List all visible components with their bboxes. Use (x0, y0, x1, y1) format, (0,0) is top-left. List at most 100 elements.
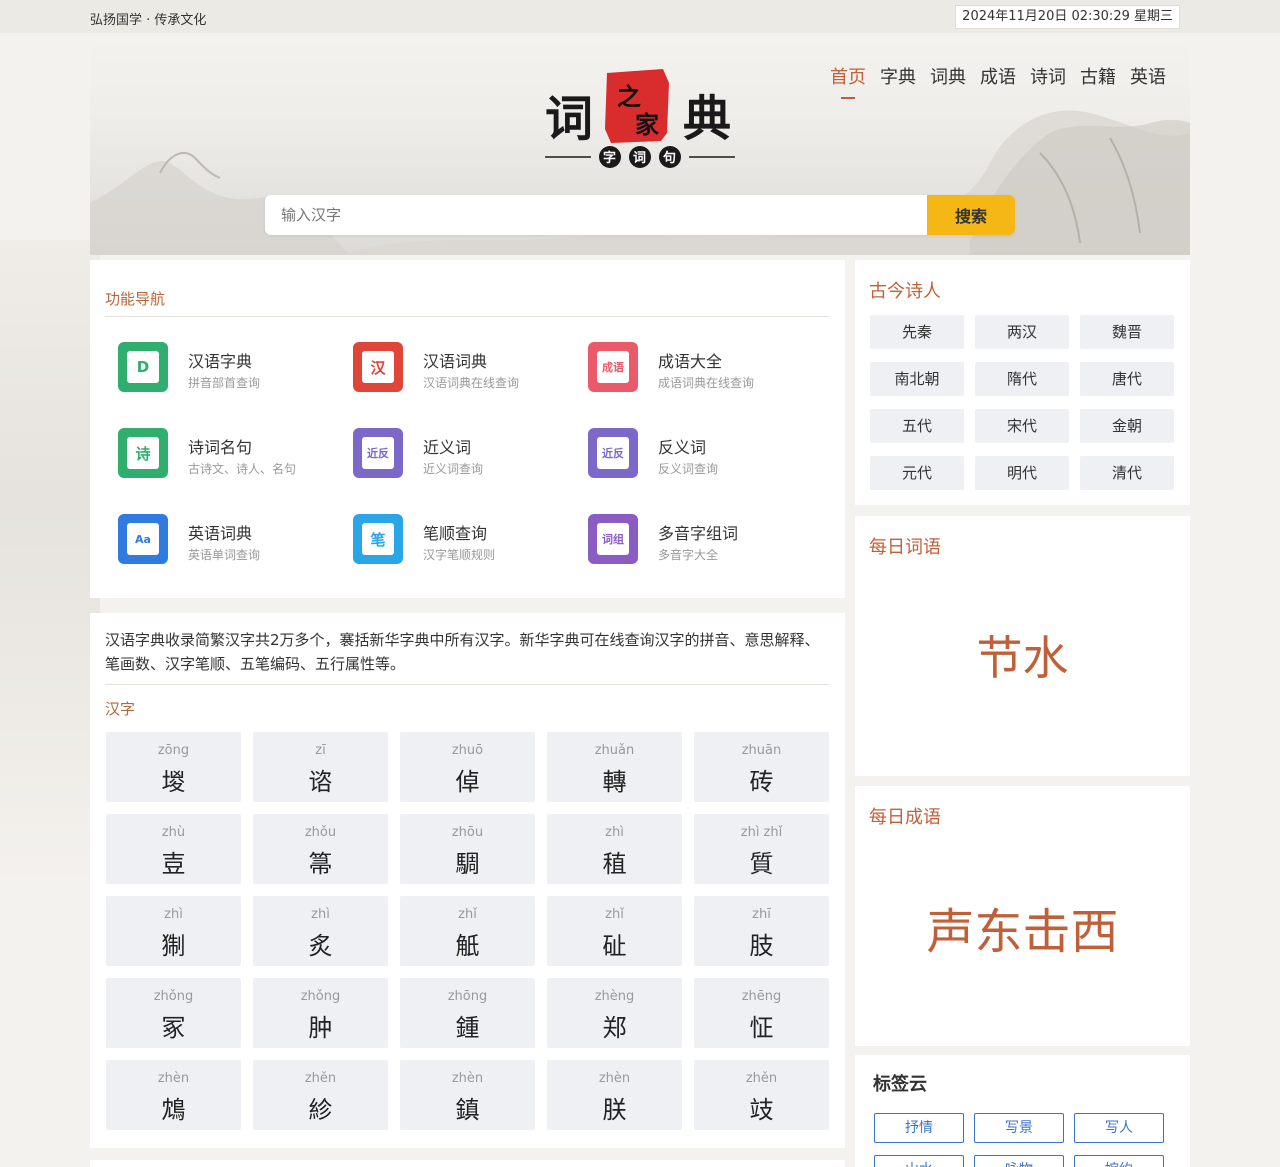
function-icon-glyph: Aa (127, 523, 159, 555)
poet-era-button[interactable]: 隋代 (975, 362, 1069, 396)
hanzi-char: 紾 (308, 1096, 333, 1124)
hanzi-cell[interactable]: zhì zhǐ 質 (694, 814, 829, 884)
function-desc: 古诗文、诗人、名句 (188, 462, 297, 476)
function-icon: 笔 (353, 514, 403, 564)
function-desc: 多音字大全 (658, 548, 719, 562)
function-item[interactable]: 词组 多音字组词多音字大全 (588, 514, 808, 566)
hanzi-pinyin: zhǐ (605, 907, 624, 922)
poet-era-button[interactable]: 两汉 (975, 315, 1069, 349)
function-name: 多音字组词 (658, 524, 739, 543)
datetime-display: 2024年11月20日 02:30:29 星期三 (955, 5, 1180, 29)
logo-seal-top: 之 (617, 82, 641, 111)
hanzi-cell[interactable]: zhuān 砖 (694, 732, 829, 802)
hanzi-cell[interactable]: zhōu 騆 (400, 814, 535, 884)
search-button[interactable]: 搜索 (927, 195, 1015, 235)
poet-era-button[interactable]: 宋代 (975, 409, 1069, 443)
hanzi-pinyin: zhǒng (300, 989, 341, 1004)
nav-chengyu[interactable]: 成语 (980, 63, 1016, 95)
tag-button[interactable]: 婉约 (1074, 1155, 1164, 1167)
hanzi-cell[interactable]: zhèn 朕 (547, 1060, 682, 1130)
function-icon-glyph: D (127, 351, 159, 383)
hanzi-char: 觗 (455, 932, 480, 960)
function-icon-glyph: 词组 (597, 523, 629, 555)
nav-zidian[interactable]: 字典 (880, 63, 916, 95)
top-bar: 弘扬国学 · 传承文化 2024年11月20日 02:30:29 星期三 (0, 0, 1280, 33)
hanzi-pinyin: zhì (311, 907, 330, 922)
function-name: 诗词名句 (188, 438, 253, 457)
hanzi-pinyin: zhèn (598, 1071, 631, 1086)
tag-button[interactable]: 咏物 (974, 1155, 1064, 1167)
hanzi-char: 堫 (161, 768, 186, 796)
hanzi-cell[interactable]: zhuō 倬 (400, 732, 535, 802)
poets-card: 古今诗人 先秦 两汉 魏晋 南北朝 隋代 唐代 五代 宋代 金朝 元代 明代 清代 (855, 260, 1190, 505)
hanzi-cell[interactable]: zhǒu 箒 (253, 814, 388, 884)
tag-button[interactable]: 山水 (874, 1155, 964, 1167)
nav-guji[interactable]: 古籍 (1080, 63, 1116, 95)
hanzi-char: 冢 (161, 1014, 186, 1042)
function-icon: D (118, 342, 168, 392)
nav-cidian[interactable]: 词典 (930, 63, 966, 95)
function-icon: 词组 (588, 514, 638, 564)
nav-home[interactable]: 首页 (830, 63, 866, 99)
hanzi-cell[interactable]: zhì 猘 (106, 896, 241, 966)
poet-era-button[interactable]: 南北朝 (870, 362, 964, 396)
site-logo[interactable]: 词 之 家 典 字 词 句 (545, 63, 745, 173)
hanzi-cell[interactable]: zhì 炙 (253, 896, 388, 966)
hanzi-cell[interactable]: zhǐ 觗 (400, 896, 535, 966)
hanzi-cell[interactable]: zhǐ 砋 (547, 896, 682, 966)
hanzi-cell[interactable]: zhēng 怔 (694, 978, 829, 1048)
tag-button[interactable]: 写景 (974, 1113, 1064, 1143)
daily-word[interactable]: 节水 (855, 622, 1190, 688)
poet-era-button[interactable]: 魏晋 (1080, 315, 1174, 349)
poet-era-button[interactable]: 唐代 (1080, 362, 1174, 396)
function-desc: 反义词查询 (658, 462, 719, 476)
background-landscape-left (0, 240, 100, 890)
function-item[interactable]: Aa 英语词典英语单词查询 (118, 514, 338, 566)
hanzi-cell[interactable]: zhǒng 冢 (106, 978, 241, 1048)
hanzi-cell[interactable]: zhī 肢 (694, 896, 829, 966)
hanzi-cell[interactable]: zōng 堫 (106, 732, 241, 802)
hanzi-char: 轉 (602, 768, 627, 796)
function-item[interactable]: D 汉语字典 拼音部首查询 (118, 342, 338, 394)
nav-shici[interactable]: 诗词 (1030, 63, 1066, 95)
hanzi-cell[interactable]: zhèng 郑 (547, 978, 682, 1048)
poet-era-button[interactable]: 元代 (870, 456, 964, 490)
hanzi-pinyin: zhǒng (153, 989, 194, 1004)
logo-seal-bottom: 家 (635, 110, 659, 139)
function-item[interactable]: 近反 近义词 近义词查询 (353, 428, 573, 480)
hanzi-char: 鴆 (161, 1096, 186, 1124)
hanzi-cell[interactable]: zhuǎn 轉 (547, 732, 682, 802)
logo-graphic: 词 之 家 典 字 词 句 (545, 69, 735, 168)
nav-english[interactable]: 英语 (1130, 63, 1166, 95)
hanzi-cell[interactable]: zhì 稙 (547, 814, 682, 884)
hanzi-cell[interactable]: zhù 壴 (106, 814, 241, 884)
daily-idiom-card: 每日成语 声东击西 (855, 786, 1190, 1046)
function-item[interactable]: 汉 汉语词典 汉语词典在线查询 (353, 342, 573, 394)
function-item[interactable]: 诗 诗词名句 古诗文、诗人、名句 (118, 428, 338, 480)
hanzi-cell[interactable]: zhōng 鍾 (400, 978, 535, 1048)
function-item[interactable]: 成语 成语大全 成语词典在线查询 (588, 342, 808, 394)
hanzi-cell[interactable]: zhèn 鴆 (106, 1060, 241, 1130)
hanzi-cell[interactable]: zī 谘 (253, 732, 388, 802)
tag-button[interactable]: 抒情 (874, 1113, 964, 1143)
poet-era-button[interactable]: 清代 (1080, 456, 1174, 490)
function-icon-glyph: 成语 (597, 351, 629, 383)
hanzi-pinyin: zhēng (741, 989, 782, 1004)
tag-button[interactable]: 写人 (1074, 1113, 1164, 1143)
poet-era-button[interactable]: 五代 (870, 409, 964, 443)
poet-era-button[interactable]: 先秦 (870, 315, 964, 349)
hanzi-cell[interactable]: zhèn 鎮 (400, 1060, 535, 1130)
function-desc: 英语单词查询 (188, 548, 261, 562)
hanzi-cell[interactable]: zhěn 紾 (253, 1060, 388, 1130)
daily-idiom[interactable]: 声东击西 (855, 892, 1190, 962)
poet-era-button[interactable]: 明代 (975, 456, 1069, 490)
hanzi-cell[interactable]: zhěn 攱 (694, 1060, 829, 1130)
function-item[interactable]: 笔 笔顺查询 汉字笔顺规则 (353, 514, 573, 566)
hanzi-char: 肢 (749, 932, 774, 960)
hanzi-cell[interactable]: zhǒng 肿 (253, 978, 388, 1048)
function-name: 英语词典 (188, 524, 253, 543)
function-item[interactable]: 近反 反义词 反义词查询 (588, 428, 808, 480)
poet-era-button[interactable]: 金朝 (1080, 409, 1174, 443)
daily-idiom-title: 每日成语 (869, 807, 941, 828)
search-input[interactable] (265, 195, 927, 235)
